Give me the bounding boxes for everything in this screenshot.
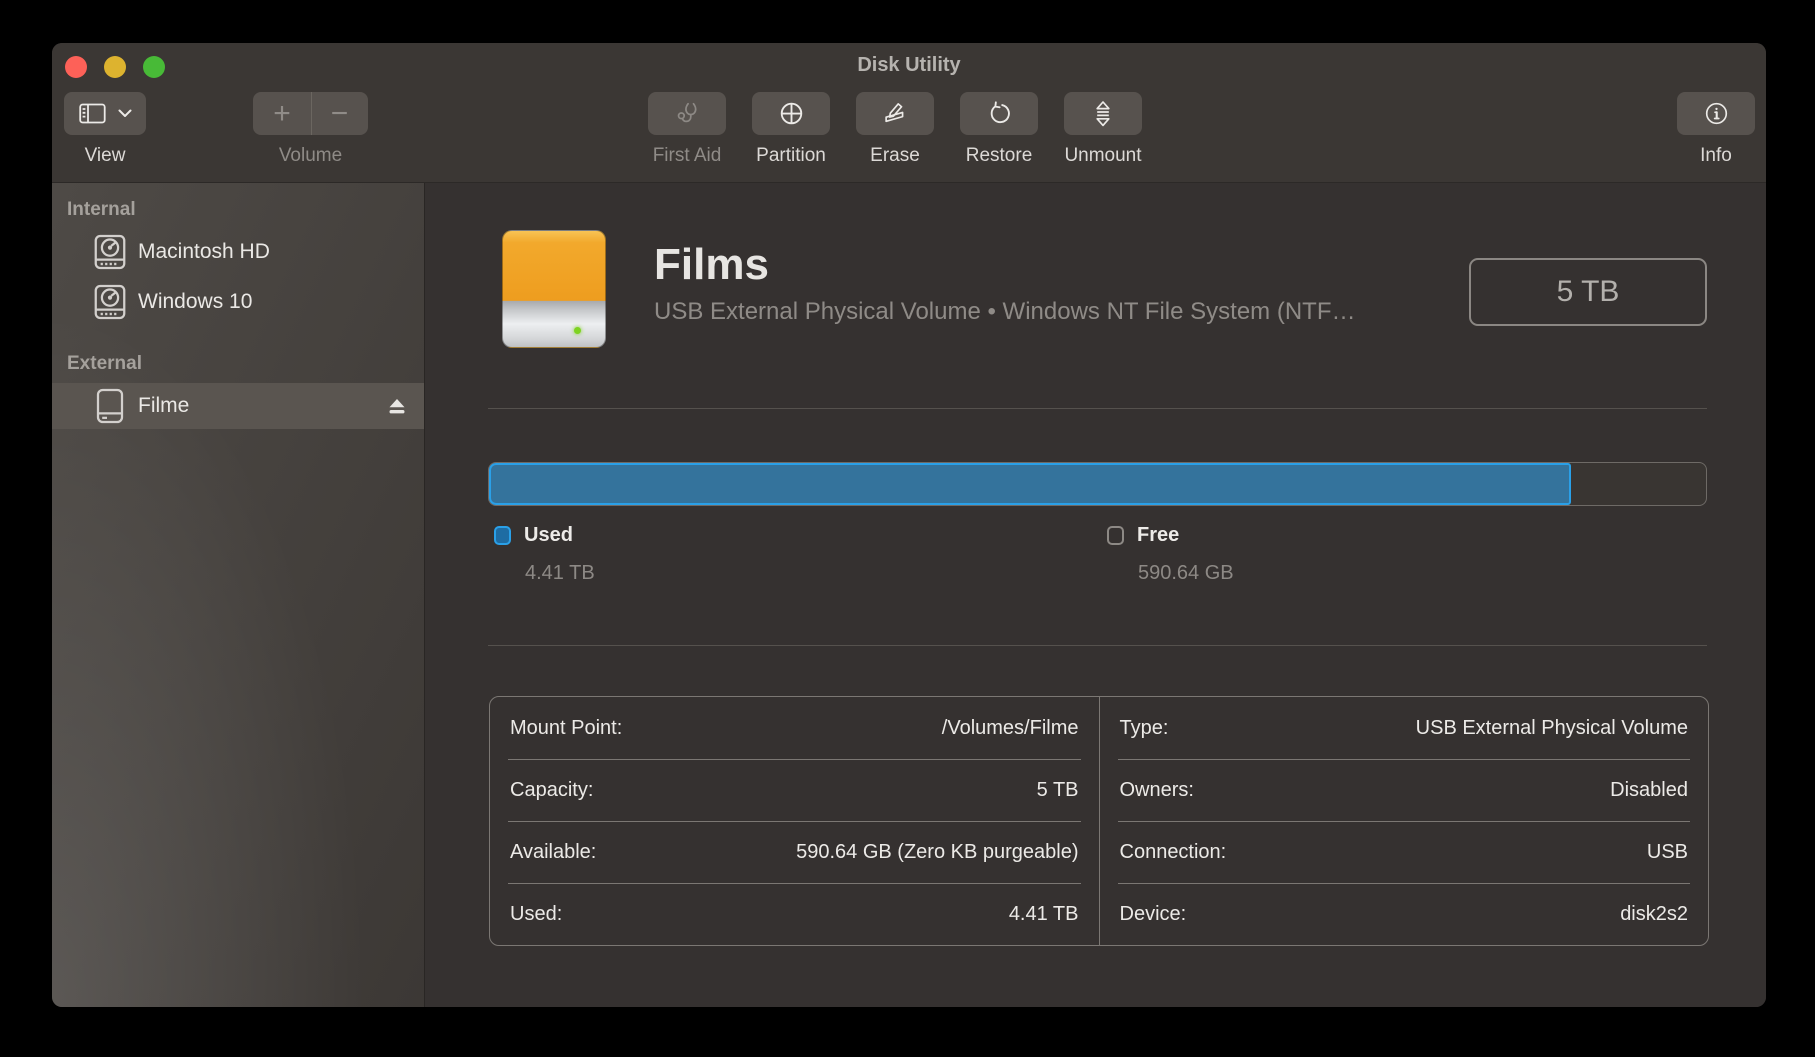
row-value: 590.64 GB (Zero KB purgeable) (796, 841, 1078, 864)
unmount-button[interactable] (1064, 92, 1142, 135)
erase-button[interactable] (856, 92, 934, 135)
table-row: Connection: USB (1100, 821, 1709, 883)
table-row: Mount Point: /Volumes/Filme (490, 697, 1099, 759)
table-row: Used: 4.41 TB (490, 883, 1099, 945)
table-row: Owners: Disabled (1100, 759, 1709, 821)
legend-used: Used 4.41 TB (494, 524, 595, 585)
sidebar-item-macintosh-hd[interactable]: Macintosh HD (52, 227, 424, 277)
first-aid-button[interactable] (648, 92, 726, 135)
table-row: Available: 590.64 GB (Zero KB purgeable) (490, 821, 1099, 883)
free-label: Free (1137, 524, 1179, 547)
table-row: Capacity: 5 TB (490, 759, 1099, 821)
row-value: 5 TB (1037, 779, 1079, 802)
separator (488, 408, 1707, 409)
toolbar: Disk Utility (52, 43, 1766, 183)
sidebar-item-label: Windows 10 (138, 290, 252, 314)
row-value: Disabled (1610, 779, 1688, 802)
main-content: Films USB External Physical Volume • Win… (426, 183, 1766, 1007)
stethoscope-icon (674, 101, 700, 126)
partition-label: Partition (756, 145, 826, 167)
restore-label: Restore (966, 145, 1033, 167)
chevron-down-icon (118, 109, 132, 118)
volume-segmented-button: + − (253, 92, 368, 135)
row-label: Mount Point: (510, 717, 622, 740)
window-title: Disk Utility (52, 54, 1766, 77)
erase-pencil-icon (883, 101, 908, 126)
first-aid-label: First Aid (653, 145, 722, 167)
row-value: USB External Physical Volume (1416, 717, 1688, 740)
table-row: Device: disk2s2 (1100, 883, 1709, 945)
used-value: 4.41 TB (525, 562, 595, 585)
internal-disk-icon (92, 283, 128, 321)
external-drive-icon (502, 230, 606, 348)
info-icon (1704, 101, 1729, 126)
row-value: disk2s2 (1620, 903, 1688, 926)
info-button[interactable] (1677, 92, 1755, 135)
sidebar-section-external: External (67, 353, 424, 375)
external-disk-icon (92, 387, 128, 425)
volume-title: Films (654, 241, 1444, 289)
partition-pie-icon (779, 101, 804, 126)
drive-led-indicator (574, 327, 581, 334)
row-label: Device: (1120, 903, 1187, 926)
free-value: 590.64 GB (1138, 562, 1234, 585)
sidebar-item-windows-10[interactable]: Windows 10 (52, 277, 424, 327)
details-table: Mount Point: /Volumes/Filme Capacity: 5 … (489, 696, 1709, 946)
sidebar: Internal Macintosh HD (52, 183, 425, 1007)
row-label: Owners: (1120, 779, 1194, 802)
view-label: View (85, 145, 126, 167)
unmount-eject-icon (1092, 100, 1114, 127)
row-label: Type: (1120, 717, 1169, 740)
partition-button[interactable] (752, 92, 830, 135)
legend-free: Free 590.64 GB (1107, 524, 1234, 585)
usage-bar-used (489, 463, 1571, 505)
sidebar-item-filme[interactable]: Filme (52, 383, 424, 429)
row-label: Used: (510, 903, 562, 926)
row-value: USB (1647, 841, 1688, 864)
info-label: Info (1700, 145, 1732, 167)
add-volume-button[interactable]: + (254, 92, 311, 135)
row-label: Capacity: (510, 779, 593, 802)
volume-subtitle: USB External Physical Volume • Windows N… (654, 298, 1444, 326)
sidebar-toggle-icon (79, 103, 106, 124)
table-row: Type: USB External Physical Volume (1100, 697, 1709, 759)
erase-label: Erase (870, 145, 920, 167)
sidebar-section-internal: Internal (67, 199, 424, 221)
volume-label: Volume (279, 145, 342, 167)
row-label: Available: (510, 841, 596, 864)
used-label: Used (524, 524, 573, 547)
internal-disk-icon (92, 233, 128, 271)
separator (488, 645, 1707, 646)
unmount-label: Unmount (1064, 145, 1141, 167)
remove-volume-button[interactable]: − (311, 92, 368, 135)
disk-utility-window: Disk Utility (52, 43, 1766, 1007)
usage-bar (488, 462, 1707, 506)
sidebar-item-label: Macintosh HD (138, 240, 270, 264)
view-button[interactable] (64, 92, 146, 135)
eject-icon[interactable] (385, 395, 409, 417)
row-value: /Volumes/Filme (942, 717, 1079, 740)
row-value: 4.41 TB (1009, 903, 1079, 926)
desktop-background: Disk Utility (0, 0, 1815, 1057)
free-swatch (1107, 526, 1124, 545)
capacity-badge: 5 TB (1469, 258, 1707, 326)
row-label: Connection: (1120, 841, 1227, 864)
restore-arrow-icon (987, 101, 1012, 126)
used-swatch (494, 526, 511, 545)
restore-button[interactable] (960, 92, 1038, 135)
sidebar-item-label: Filme (138, 394, 189, 418)
